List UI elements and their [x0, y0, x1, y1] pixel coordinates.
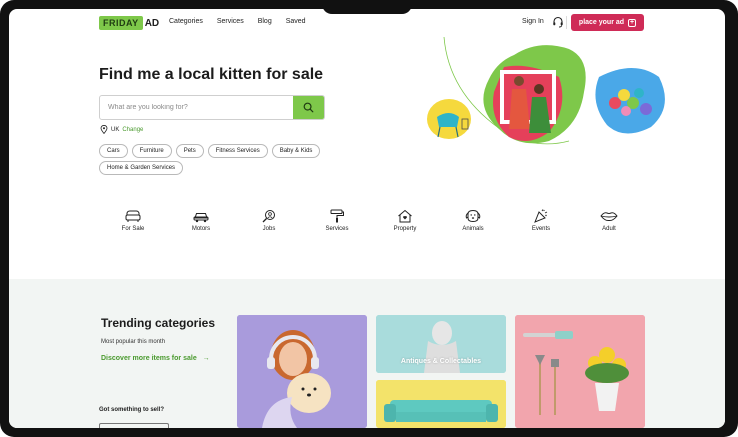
chip-pets[interactable]: Pets: [175, 144, 204, 158]
discover-more-label: Discover more items for sale: [101, 355, 197, 362]
sofa-icon: [125, 210, 141, 222]
trending-title: Trending categories: [101, 316, 216, 330]
logo-ad-text: AD: [144, 17, 160, 29]
browser-viewport: FRIDAY AD Categories Services Blog Saved…: [9, 9, 725, 428]
house-icon: [398, 209, 412, 223]
category-adult[interactable]: Adult: [579, 209, 639, 232]
location-change-link[interactable]: Change: [122, 127, 143, 133]
category-label: Motors: [191, 226, 211, 232]
nav-blog[interactable]: Blog: [258, 18, 272, 25]
woman-puppy-image: [237, 315, 367, 428]
category-animals[interactable]: Animals: [443, 209, 503, 232]
chip-home-garden-services[interactable]: Home & Garden Services: [99, 161, 184, 175]
paint-roller-icon: [330, 209, 344, 223]
sign-in-link[interactable]: Sign In: [522, 18, 544, 25]
chip-cars[interactable]: Cars: [99, 144, 128, 158]
trending-subtitle: Most popular this month: [101, 339, 166, 345]
trending-card-garden[interactable]: [515, 315, 645, 428]
sell-prompt: Got something to sell?: [99, 407, 165, 413]
main-nav: Categories Services Blog Saved: [169, 18, 306, 25]
category-label: Events: [531, 226, 551, 232]
page-title: Find me a local kitten for sale: [99, 66, 324, 83]
garden-tools-image: [515, 315, 645, 428]
chip-fitness-services[interactable]: Fitness Services: [207, 144, 268, 158]
friday-ad-logo[interactable]: FRIDAY AD: [99, 16, 159, 30]
category-for-sale[interactable]: For Sale: [103, 209, 163, 232]
chip-baby-kids[interactable]: Baby & Kids: [271, 144, 321, 158]
logo-friday-text: FRIDAY: [99, 16, 143, 30]
discover-more-link[interactable]: Discover more items for sale →: [101, 355, 210, 362]
chip-furniture[interactable]: Furniture: [131, 144, 172, 158]
location-value: UK: [111, 126, 120, 133]
search-button[interactable]: [293, 96, 324, 119]
trending-card-antiques[interactable]: Antiques & Collectables: [376, 315, 506, 373]
dog-icon: [465, 209, 481, 223]
category-label: Jobs: [262, 226, 276, 232]
category-property[interactable]: Property: [375, 209, 435, 232]
category-label: For Sale: [121, 226, 145, 232]
headset-icon[interactable]: [551, 15, 565, 29]
sell-button[interactable]: [99, 423, 169, 428]
category-strip: For Sale Motors Jobs Services Property A…: [99, 209, 639, 249]
lips-icon: [600, 212, 618, 222]
nav-categories[interactable]: Categories: [169, 18, 203, 25]
plus-icon: +: [628, 18, 637, 27]
category-services[interactable]: Services: [307, 209, 367, 232]
trending-card-furniture[interactable]: [376, 380, 506, 428]
quick-search-chips: Cars Furniture Pets Fitness Services Bab…: [99, 144, 339, 175]
search-icon: [303, 102, 314, 113]
trending-card-pets[interactable]: [237, 315, 367, 428]
location-selector: UK Change: [100, 125, 143, 134]
category-jobs[interactable]: Jobs: [239, 209, 299, 232]
hero-illustration: [427, 37, 665, 145]
nav-saved[interactable]: Saved: [286, 18, 306, 25]
place-ad-label: place your ad: [578, 19, 625, 26]
category-label: Property: [393, 226, 417, 232]
category-motors[interactable]: Motors: [171, 209, 231, 232]
search-bar: [99, 95, 325, 120]
search-input[interactable]: [100, 96, 290, 119]
arrow-right-icon: →: [202, 355, 210, 362]
category-label: Adult: [602, 226, 616, 232]
magnifier-person-icon: [262, 210, 275, 223]
party-icon: [534, 209, 548, 223]
location-pin-icon: [100, 125, 108, 134]
device-frame: FRIDAY AD Categories Services Blog Saved…: [0, 0, 738, 437]
place-ad-button[interactable]: place your ad +: [571, 14, 644, 31]
trending-section: Trending categories Most popular this mo…: [9, 279, 725, 428]
sofa-image: [376, 380, 506, 428]
category-label: Services: [325, 226, 349, 232]
category-label: Animals: [462, 226, 484, 232]
card-label: Antiques & Collectables: [400, 358, 482, 365]
category-events[interactable]: Events: [511, 209, 571, 232]
car-icon: [193, 213, 209, 223]
header-divider: [566, 16, 567, 29]
camera-notch: [322, 0, 412, 14]
nav-services[interactable]: Services: [217, 18, 244, 25]
